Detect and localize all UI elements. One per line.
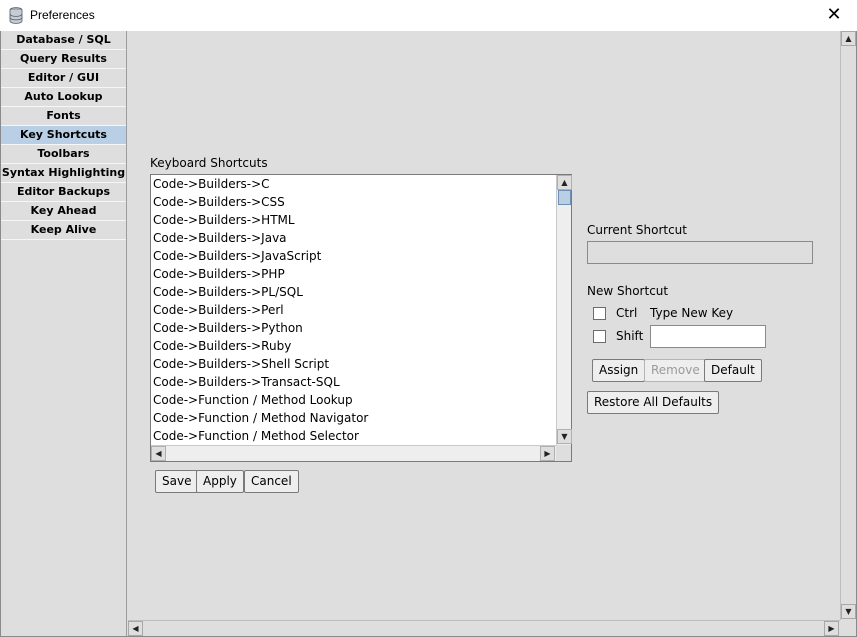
panel-horizontal-scrollbar[interactable]: ◀ ▶ [128, 620, 840, 636]
ctrl-label: Ctrl [616, 306, 638, 320]
window-title: Preferences [30, 8, 95, 22]
sidebar-item-database-sql[interactable]: Database / SQL [1, 31, 126, 50]
sidebar-item-auto-lookup[interactable]: Auto Lookup [1, 88, 126, 107]
sidebar-item-fonts[interactable]: Fonts [1, 107, 126, 126]
list-item[interactable]: Code->Builders->PHP [151, 265, 556, 283]
sidebar-item-editor-gui[interactable]: Editor / GUI [1, 69, 126, 88]
scroll-left-arrow-icon[interactable]: ◀ [151, 446, 166, 461]
scroll-up-arrow-icon[interactable]: ▲ [557, 175, 572, 190]
shortcuts-list[interactable]: Code->Builders->C Code->Builders->CSS Code… [150, 174, 572, 462]
shift-checkbox[interactable] [593, 330, 606, 343]
shortcuts-list-items: Code->Builders->C Code->Builders->CSS Code… [151, 175, 556, 445]
cancel-button[interactable]: Cancel [244, 470, 299, 493]
sidebar-item-keep-alive[interactable]: Keep Alive [1, 221, 126, 240]
restore-all-defaults-button[interactable]: Restore All Defaults [587, 391, 720, 414]
default-button[interactable]: Default [704, 359, 762, 382]
shortcuts-list-vertical-scrollbar[interactable]: ▲ ▼ [556, 175, 572, 445]
assign-button[interactable]: Assign [592, 359, 646, 382]
sidebar-item-editor-backups[interactable]: Editor Backups [1, 183, 126, 202]
scroll-left-arrow-icon[interactable]: ◀ [128, 621, 143, 636]
sidebar-item-query-results[interactable]: Query Results [1, 50, 126, 69]
close-button[interactable]: ✕ [811, 0, 857, 31]
scroll-up-arrow-icon[interactable]: ▲ [841, 31, 856, 46]
sidebar-item-key-shortcuts[interactable]: Key Shortcuts [1, 126, 126, 145]
list-item[interactable]: Code->Builders->Transact-SQL [151, 373, 556, 391]
list-item[interactable]: Code->Function / Method Selector [151, 427, 556, 445]
list-item[interactable]: Code->Builders->JavaScript [151, 247, 556, 265]
list-item[interactable]: Code->Builders->PL/SQL [151, 283, 556, 301]
new-key-input[interactable] [650, 325, 766, 348]
remove-button: Remove [644, 359, 707, 382]
current-shortcut-label: Current Shortcut [587, 223, 687, 237]
scroll-right-arrow-icon[interactable]: ▶ [540, 446, 555, 461]
title-bar: Preferences ✕ [0, 0, 857, 31]
key-shortcuts-panel: Keyboard Shortcuts Code->Builders->C Code… [128, 31, 840, 620]
list-item[interactable]: Code->Builders->Java [151, 229, 556, 247]
preferences-sidebar: Database / SQL Query Results Editor / GUI A… [1, 31, 127, 636]
type-new-key-label: Type New Key [650, 306, 734, 320]
list-item[interactable]: Code->Builders->Shell Script [151, 355, 556, 373]
list-item[interactable]: Code->Builders->CSS [151, 193, 556, 211]
sidebar-item-toolbars[interactable]: Toolbars [1, 145, 126, 164]
shortcuts-list-horizontal-scrollbar[interactable]: ◀ ▶ [151, 445, 556, 461]
scroll-down-arrow-icon[interactable]: ▼ [557, 429, 572, 444]
sidebar-item-key-ahead[interactable]: Key Ahead [1, 202, 126, 221]
panel-vertical-scrollbar[interactable]: ▲ ▼ [840, 31, 856, 620]
save-button[interactable]: Save [155, 470, 199, 493]
scrollbar-corner [556, 445, 571, 461]
scroll-thumb[interactable] [558, 190, 571, 205]
list-item[interactable]: Code->Builders->Python [151, 319, 556, 337]
database-icon [9, 7, 23, 24]
sidebar-item-syntax-highlighting[interactable]: Syntax Highlighting [1, 164, 126, 183]
keyboard-shortcuts-heading: Keyboard Shortcuts [150, 156, 268, 170]
current-shortcut-field [587, 241, 813, 264]
list-item[interactable]: Code->Function / Method Lookup [151, 391, 556, 409]
list-item[interactable]: Code->Builders->C [151, 175, 556, 193]
list-item[interactable]: Code->Builders->Ruby [151, 337, 556, 355]
scroll-down-arrow-icon[interactable]: ▼ [841, 604, 856, 619]
preferences-frame: Database / SQL Query Results Editor / GUI A… [0, 31, 857, 637]
list-item[interactable]: Code->Builders->Perl [151, 301, 556, 319]
scroll-right-arrow-icon[interactable]: ▶ [824, 621, 839, 636]
new-shortcut-label: New Shortcut [587, 284, 669, 298]
apply-button[interactable]: Apply [196, 470, 244, 493]
list-item[interactable]: Code->Builders->HTML [151, 211, 556, 229]
shift-label: Shift [616, 329, 644, 343]
ctrl-checkbox[interactable] [593, 307, 606, 320]
list-item[interactable]: Code->Function / Method Navigator [151, 409, 556, 427]
